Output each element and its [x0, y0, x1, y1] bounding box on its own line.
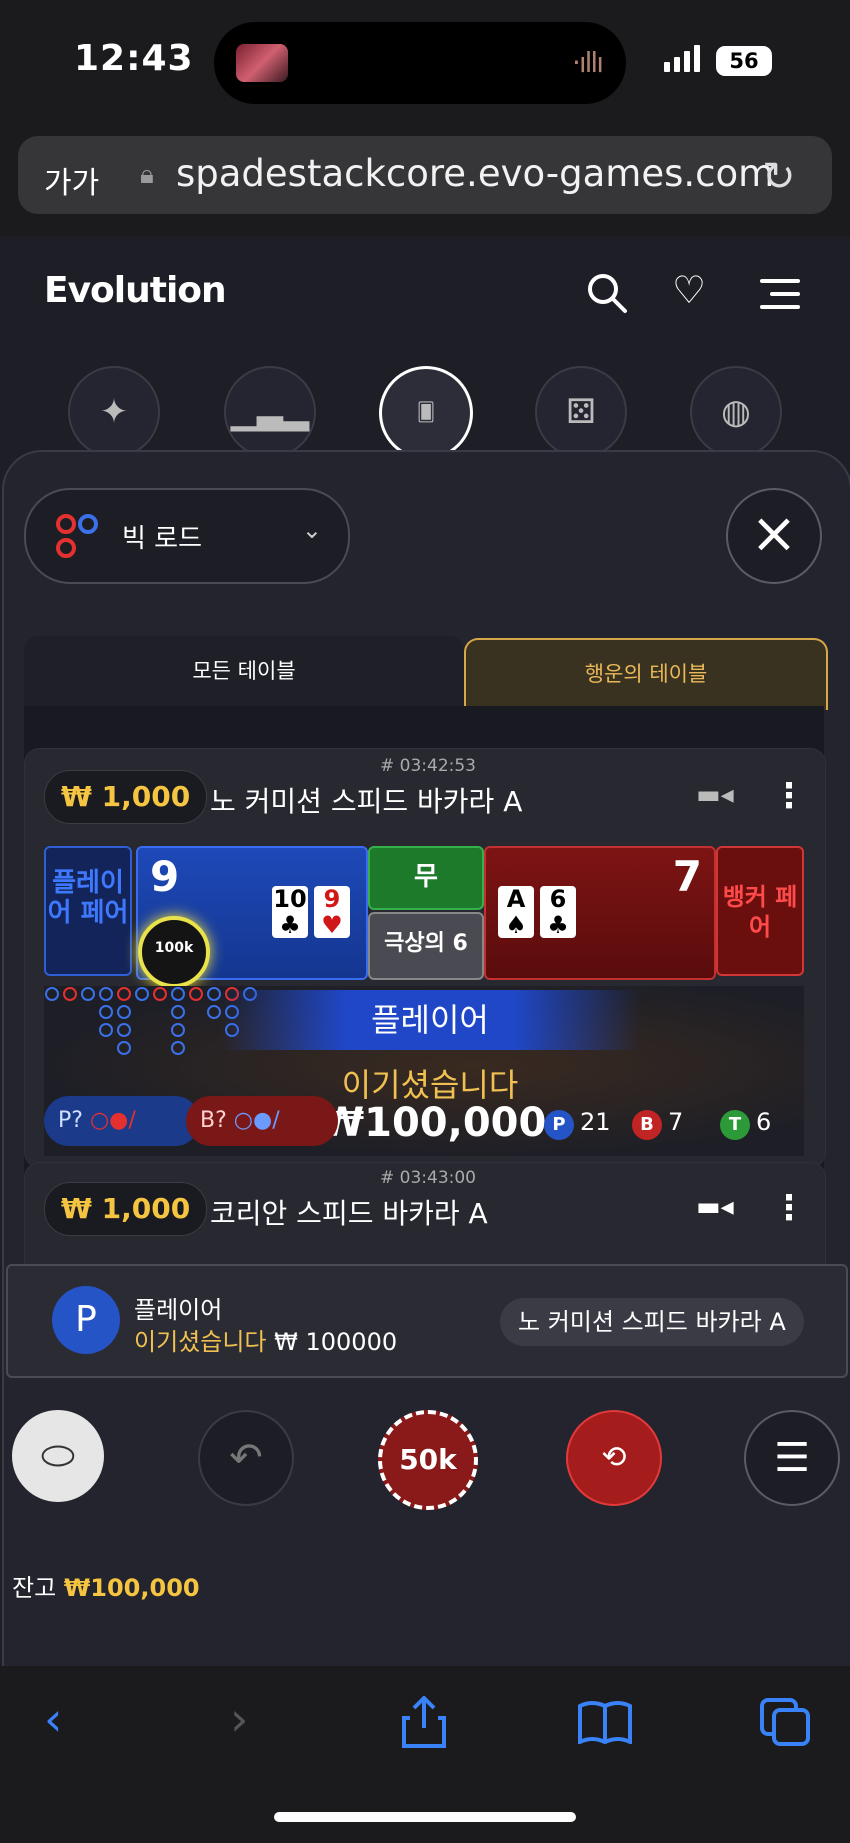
menu-icon[interactable]: ☰ — [744, 1410, 840, 1506]
chip-selector[interactable]: 50k — [378, 1410, 478, 1510]
player-predict-button[interactable]: P? ○●/ — [44, 1096, 200, 1146]
table-name: 노 커미션 스피드 바카라 A — [210, 785, 523, 818]
min-bet-badge: ₩ 1,000 — [44, 770, 208, 824]
close-button[interactable]: × — [726, 488, 822, 584]
clock: 12:43 — [74, 38, 194, 79]
evolution-logo[interactable]: Evolution — [44, 270, 227, 311]
notification-message: 이기셨습니다 ₩ 100000 — [134, 1328, 398, 1356]
share-icon[interactable] — [402, 1696, 446, 1748]
super-six-bet-spot[interactable]: 극상의 6 — [368, 912, 484, 980]
rebet-icon[interactable]: ⟲ — [566, 1410, 662, 1506]
win-amount: ₩100,000 — [320, 1100, 547, 1146]
favorites-heart-icon[interactable]: ♡ — [672, 268, 706, 312]
video-camera-icon[interactable]: ▬◂ — [696, 1192, 734, 1222]
category-featured-icon[interactable]: ✦ — [68, 366, 160, 458]
forward-icon[interactable]: › — [230, 1692, 248, 1746]
round-timestamp: # 03:43:00 — [380, 1168, 476, 1188]
tab-all-tables[interactable]: 모든 테이블 — [24, 636, 464, 706]
media-thumbnail — [236, 44, 288, 82]
player-score: 9 — [150, 852, 180, 901]
banker-card-1: A ♠ — [498, 886, 534, 938]
audio-wave-icon: ·ıllı — [571, 46, 604, 79]
notification-table-name[interactable]: 노 커미션 스피드 바카라 A — [500, 1298, 804, 1346]
bookmarks-icon[interactable] — [578, 1700, 632, 1744]
tie-bet-spot[interactable]: 무 — [368, 846, 484, 910]
tie-count: T6 — [720, 1108, 771, 1140]
tab-lucky-tables[interactable]: 행운의 테이블 — [464, 638, 828, 710]
table-name: 코리안 스피드 바카라 A — [210, 1197, 488, 1230]
reader-settings-button[interactable]: 가가 — [44, 158, 99, 202]
search-icon[interactable] — [586, 272, 628, 314]
lock-icon: 🔒︎ — [140, 160, 154, 190]
chevron-down-icon: ⌄ — [301, 516, 322, 544]
player-card-2: 9 ♥ — [314, 886, 350, 938]
player-card-1: 10 ♣ — [272, 885, 308, 939]
undo-icon[interactable]: ↶ — [198, 1410, 294, 1506]
category-podium-icon[interactable]: ▁▃▂ — [224, 366, 316, 458]
road-type-select[interactable]: 빅 로드 ⌄ — [24, 488, 350, 584]
player-avatar: P — [52, 1286, 120, 1354]
big-road-icon — [56, 514, 98, 558]
banker-bet-spot[interactable]: 7 A ♠ 6 ♣ — [484, 846, 716, 980]
round-timestamp: # 03:42:53 — [380, 756, 476, 776]
placed-chip: 100k — [138, 916, 210, 988]
balance: 잔고 ₩100,000 — [12, 1574, 200, 1602]
battery-indicator: 56 — [716, 46, 772, 76]
category-dice-icon[interactable]: ⚄ — [535, 366, 627, 458]
notification-title: 플레이어 — [134, 1296, 223, 1324]
dynamic-island: ·ıllı — [214, 22, 626, 104]
min-bet-badge: ₩ 1,000 — [44, 1182, 208, 1236]
category-baccarat-icon[interactable]: 🂠 — [379, 366, 473, 460]
lobby-home-button[interactable]: ⬭ — [12, 1410, 104, 1502]
banker-score: 7 — [672, 852, 702, 901]
banker-card-2: 6 ♣ — [540, 886, 576, 938]
more-options-icon[interactable]: ⋮ — [772, 1188, 806, 1228]
more-options-icon[interactable]: ⋮ — [772, 776, 806, 816]
player-pair-bet[interactable]: 플레이어 페어 — [44, 846, 132, 976]
reload-icon[interactable]: ↻ — [762, 154, 796, 200]
menu-icon[interactable] — [760, 278, 800, 310]
video-camera-icon[interactable]: ▬◂ — [696, 780, 734, 810]
back-icon[interactable]: ‹ — [44, 1692, 62, 1746]
banker-pair-bet[interactable]: 뱅커 페어 — [716, 846, 804, 976]
banker-predict-button[interactable]: B? ○●/ — [186, 1096, 338, 1146]
winner-banner: 플레이어 — [220, 990, 640, 1050]
tabs-icon[interactable] — [760, 1698, 810, 1746]
url-text[interactable]: spadestackcore.evo-games.com — [176, 152, 774, 195]
category-roulette-icon[interactable]: ◍ — [690, 366, 782, 458]
player-win-count: P 21 — [544, 1108, 611, 1140]
road-type-label: 빅 로드 — [122, 524, 203, 554]
signal-icon — [664, 45, 700, 72]
home-indicator — [274, 1812, 576, 1822]
banker-win-count: B7 — [632, 1108, 683, 1140]
